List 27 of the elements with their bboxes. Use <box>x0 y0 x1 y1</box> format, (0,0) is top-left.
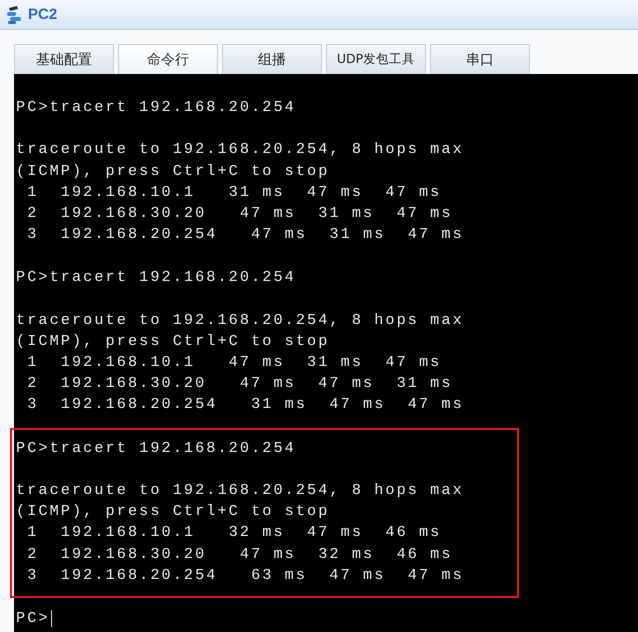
command-line: PC>tracert 192.168.20.254 <box>16 97 296 118</box>
output-line: (ICMP), press Ctrl+C to stop <box>16 501 330 522</box>
output-line: traceroute to 192.168.20.254, 8 hops max <box>16 310 464 331</box>
tab[interactable]: UDP发包工具 <box>326 44 426 74</box>
command-line: PC>tracert 192.168.20.254 <box>16 267 296 288</box>
output-line: (ICMP), press Ctrl+C to stop <box>16 160 330 182</box>
output-line: 3 192.168.20.254 63 ms 47 ms 47 ms <box>26 564 464 586</box>
output-line: 1 192.168.10.1 47 ms 31 ms 47 ms <box>26 352 442 374</box>
window-title: PC2 <box>28 6 58 23</box>
output-line: 1 192.168.10.1 32 ms 47 ms 46 ms <box>26 522 442 544</box>
tab[interactable]: 命令行 <box>118 44 218 74</box>
output-line: 3 192.168.20.254 47 ms 31 ms 47 ms <box>26 224 464 246</box>
output-line: 1 192.168.10.1 31 ms 47 ms 47 ms <box>26 182 442 203</box>
output-line: 2 192.168.30.20 47 ms 47 ms 31 ms <box>26 373 453 394</box>
text-cursor <box>50 610 52 628</box>
command-line: PC>tracert 192.168.20.254 <box>16 438 296 459</box>
output-line: 2 192.168.30.20 47 ms 31 ms 47 ms <box>26 202 453 224</box>
output-line: 3 192.168.20.254 31 ms 47 ms 47 ms <box>26 394 464 416</box>
output-line: 2 192.168.30.20 47 ms 32 ms 46 ms <box>26 544 453 565</box>
output-line: traceroute to 192.168.20.254, 8 hops max <box>16 480 464 501</box>
tab[interactable]: 串口 <box>430 44 530 74</box>
network-icon <box>6 4 24 24</box>
output-line: traceroute to 192.168.20.254, 8 hops max <box>16 139 464 160</box>
output-line: (ICMP), press Ctrl+C to stop <box>16 330 330 352</box>
prompt-text: PC> <box>16 608 50 629</box>
tab[interactable]: 基础配置 <box>14 44 114 74</box>
tab[interactable]: 组播 <box>222 44 322 74</box>
